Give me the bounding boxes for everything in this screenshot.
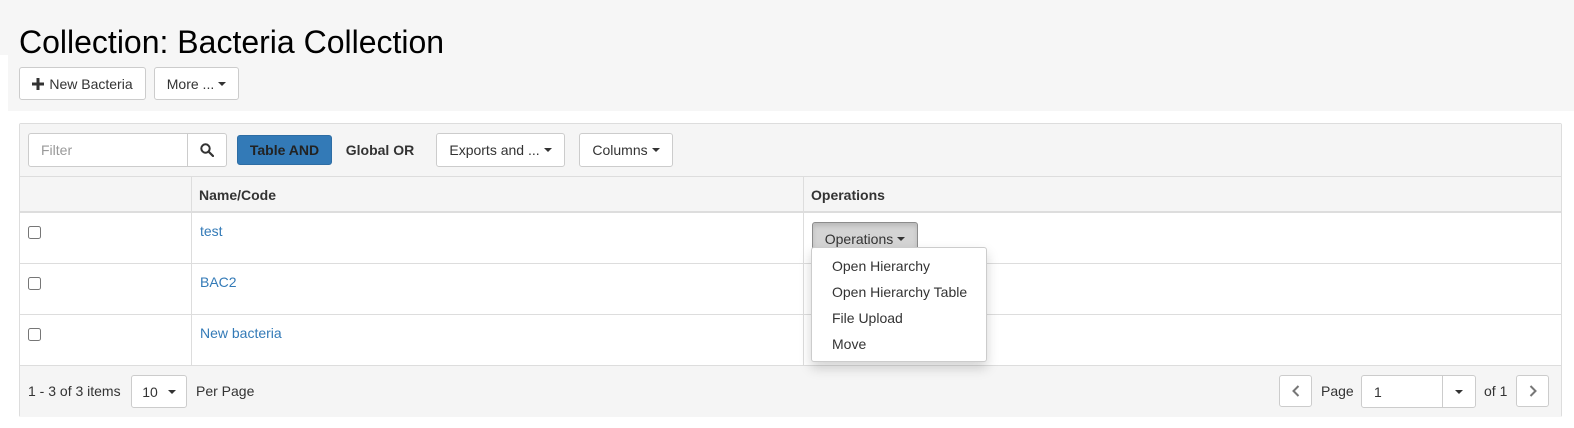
page-size-select[interactable]: 10 [131, 375, 187, 408]
new-bacteria-button[interactable]: New Bacteria [19, 67, 146, 100]
new-bacteria-label: New Bacteria [49, 75, 133, 92]
row-name-link[interactable]: BAC2 [200, 274, 237, 290]
plus-icon [32, 77, 45, 90]
filter-input[interactable] [28, 133, 188, 167]
column-header-name[interactable]: Name/Code [191, 177, 803, 213]
row-checkbox[interactable] [28, 226, 41, 239]
columns-label: Columns [592, 142, 648, 158]
caret-down-icon [167, 389, 176, 394]
per-page-label: Per Page [196, 383, 255, 399]
page-number-value: 1 [1374, 383, 1382, 400]
exports-dropdown-button[interactable]: Exports and ... [436, 133, 565, 167]
menu-item-open-hierarchy-table[interactable]: Open Hierarchy Table [812, 279, 986, 305]
global-or-toggle[interactable]: Global OR [340, 135, 420, 165]
next-page-button[interactable] [1516, 375, 1549, 407]
table-header: Name/Code Operations [20, 177, 1561, 213]
columns-dropdown-button[interactable]: Columns [579, 133, 673, 167]
prev-page-button[interactable] [1279, 375, 1312, 407]
caret-down-icon [651, 148, 660, 152]
menu-item-open-hierarchy[interactable]: Open Hierarchy [812, 253, 986, 279]
page-title: Collection: Bacteria Collection [19, 24, 445, 60]
table-and-toggle[interactable]: Table AND [237, 135, 332, 165]
search-button[interactable] [187, 133, 227, 167]
table-footer: 1 - 3 of 3 items 10 Per Page Page 1 of 1 [20, 365, 1561, 417]
operations-label: Operations [824, 230, 894, 247]
table-row: New bacteria [20, 315, 1561, 366]
column-header-select [20, 177, 191, 213]
page-select-toggle[interactable] [1442, 375, 1476, 408]
caret-down-icon [1455, 389, 1463, 394]
page-total-label: of 1 [1484, 383, 1508, 399]
search-icon [200, 143, 214, 157]
caret-down-icon [543, 148, 552, 152]
row-checkbox[interactable] [28, 328, 41, 341]
caret-down-icon [897, 236, 906, 241]
caret-down-icon [218, 81, 227, 86]
menu-item-file-upload[interactable]: File Upload [812, 305, 986, 331]
chevron-left-icon [1291, 385, 1300, 397]
more-dropdown-button[interactable]: More ... [154, 67, 239, 100]
more-label: More ... [166, 75, 215, 92]
page-label: Page [1321, 383, 1354, 399]
table-row: test [20, 213, 1561, 264]
table-row: BAC2 [20, 264, 1561, 315]
row-name-link[interactable]: New bacteria [200, 325, 282, 341]
row-name-link[interactable]: test [200, 223, 223, 239]
page-number-input[interactable]: 1 [1361, 375, 1443, 408]
column-header-operations: Operations [811, 187, 885, 203]
exports-label: Exports and ... [449, 142, 540, 158]
bacteria-table-panel: Table AND Global OR Exports and ... Colu… [19, 123, 1562, 417]
items-range: 1 - 3 of 3 items [28, 383, 121, 399]
operations-dropdown-menu: Open Hierarchy Open Hierarchy Table File… [811, 247, 987, 362]
menu-item-move[interactable]: Move [812, 331, 986, 357]
page-size-value: 10 [142, 383, 158, 400]
chevron-right-icon [1529, 385, 1537, 397]
table-toolbar: Table AND Global OR Exports and ... Colu… [20, 124, 1561, 177]
row-checkbox[interactable] [28, 277, 41, 290]
